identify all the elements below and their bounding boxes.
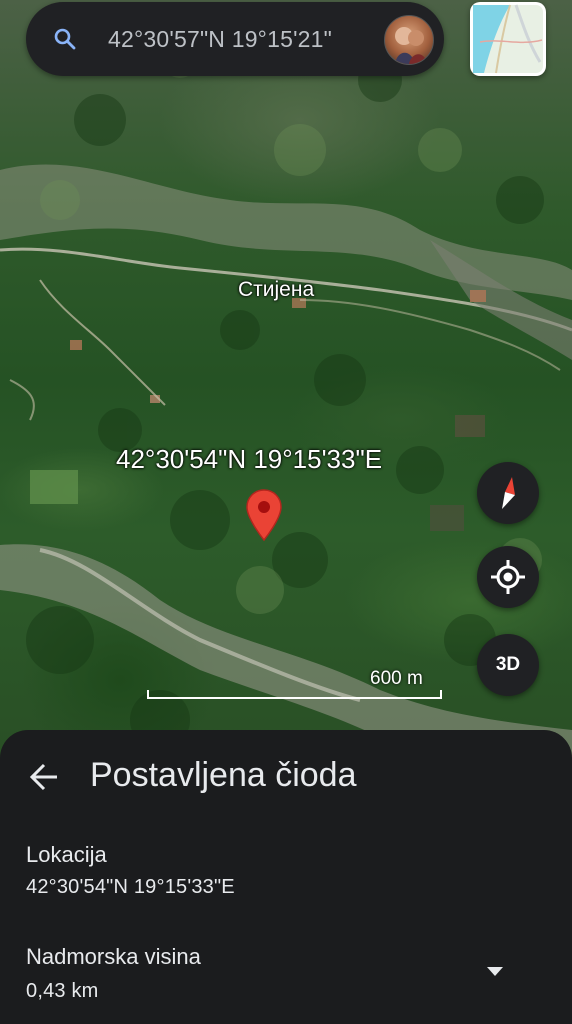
map-pin-icon[interactable] (245, 488, 283, 542)
map-layers-button[interactable] (470, 2, 546, 76)
place-label: Стијена (238, 278, 315, 301)
compass-button[interactable] (477, 462, 539, 524)
user-avatar[interactable] (384, 15, 434, 65)
compass-icon (502, 477, 515, 509)
location-label: Lokacija (26, 842, 107, 867)
search-bar[interactable]: 42°30'57"N 19°15'21" (26, 2, 444, 76)
scale-label: 600 m (370, 668, 423, 689)
elevation-label: Nadmorska visina (26, 944, 201, 969)
scale-bar (147, 690, 442, 699)
search-icon[interactable] (52, 26, 78, 52)
elevation-value: 0,43 km (26, 980, 99, 1002)
my-location-button[interactable] (477, 546, 539, 608)
place-details-sheet: Postavljena čioda Lokacija 42°30'54"N 19… (0, 730, 572, 1024)
back-arrow-icon[interactable] (28, 760, 62, 794)
expand-triangle-icon[interactable] (484, 964, 506, 978)
sheet-title: Postavljena čioda (90, 756, 357, 794)
pin-coordinates-label: 42°30'54"N 19°15'33"E (116, 444, 383, 474)
satellite-map[interactable]: Стијена 42°30'54"N 19°15'33"E 3D 600 m (0, 0, 572, 760)
map-layers-thumbnail (473, 4, 543, 74)
my-location-icon (491, 560, 525, 594)
avatar-photo (395, 27, 427, 64)
3d-toggle-button[interactable]: 3D (477, 634, 539, 696)
location-value[interactable]: 42°30'54"N 19°15'33"E (26, 876, 235, 899)
search-input[interactable]: 42°30'57"N 19°15'21" (108, 26, 332, 53)
